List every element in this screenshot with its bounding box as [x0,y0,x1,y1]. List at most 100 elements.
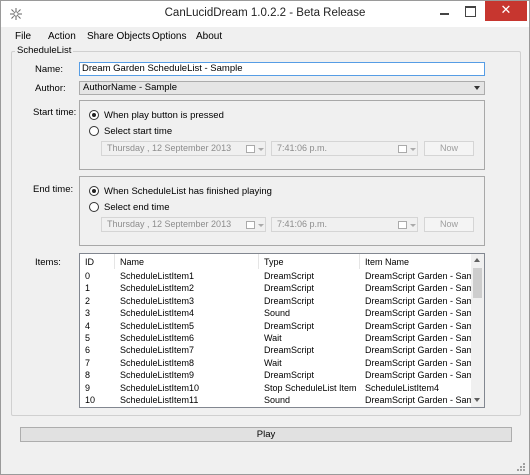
start-radio-select[interactable] [89,126,99,136]
author-select[interactable]: AuthorName - Sample [79,81,485,95]
end-option-select-label: Select end time [104,202,170,213]
table-row[interactable]: 3 ScheduleListItem4 Sound DreamScript Garde… [80,307,482,319]
start-date-picker[interactable]: Thursday , 12 September 2013 [101,141,266,156]
end-radio-select[interactable] [89,202,99,212]
table-row[interactable]: 7 ScheduleListItem8 Wait DreamScript Garden… [80,357,482,369]
cell-type: DreamScript [264,283,315,294]
menu-action[interactable]: Action [48,31,76,42]
cell-id: 0 [85,271,91,281]
cell-item-name: DreamScript Garden - Sam... [365,333,482,343]
column-divider[interactable] [258,254,259,269]
cell-id: 7 [85,357,91,368]
cell-id: 8 [85,370,91,381]
cell-item-name: DreamScript Garden - Sam... [365,357,482,368]
start-radio-play[interactable] [89,110,99,120]
cell-name: ScheduleListItem3 [120,295,195,306]
end-time-picker[interactable]: 7:41:06 p.m. [271,217,418,232]
maximize-icon[interactable] [457,1,483,21]
column-divider[interactable] [359,254,360,269]
calendar-icon [246,221,255,229]
table-row[interactable]: 5 ScheduleListItem6 Wait DreamScript Garden… [80,332,482,344]
column-header-id[interactable]: ID [85,257,94,267]
cell-type: DreamScript [264,295,315,306]
cell-item-name: DreamScript Garden - Sam... [365,271,482,281]
cell-id: 5 [85,333,91,343]
cell-id: 3 [85,308,91,319]
cell-name: ScheduleListItem11 [120,395,199,405]
items-label: Items: [35,257,61,268]
column-divider[interactable] [114,254,115,269]
cell-type: Wait [264,357,282,368]
name-field[interactable]: Dream Garden ScheduleList - Sample [79,62,485,76]
end-radio-finished[interactable] [89,186,99,196]
cell-type: Sound [264,308,291,319]
end-now-button[interactable]: Now [424,217,474,232]
cell-id: 10 [85,395,96,405]
items-list[interactable]: ID Name Type Item Name 0 ScheduleListItem… [79,253,485,408]
chevron-down-icon [410,148,416,151]
group-label: ScheduleList [15,45,74,56]
cell-name: ScheduleListItem1 [120,271,195,281]
scroll-down-icon[interactable] [474,398,480,402]
calendar-icon [398,221,407,229]
menu-bar: File Action Share Objects Options About [1,28,529,45]
table-row[interactable]: 6 ScheduleListItem7 DreamScript DreamScript… [80,344,482,356]
start-time-picker[interactable]: 7:41:06 p.m. [271,141,418,156]
close-icon[interactable]: ✕ [485,1,527,21]
column-header-item-name[interactable]: Item Name [365,257,409,267]
cell-type: Stop ScheduleList Item [264,382,357,393]
end-time-label: End time: [33,184,74,195]
cell-name: ScheduleListItem8 [120,357,195,368]
start-date-value: Thursday , 12 September 2013 [107,143,232,153]
title-bar[interactable]: CanLucidDream 1.0.2.2 - Beta Release ✕ [1,1,529,27]
scroll-up-icon[interactable] [474,258,480,262]
cell-item-name: DreamScript Garden - Sam... [365,283,482,294]
table-row[interactable]: 1 ScheduleListItem2 DreamScript DreamScript… [80,282,482,294]
chevron-down-icon [410,224,416,227]
column-header-name[interactable]: Name [120,257,144,267]
cell-type: Wait [264,333,282,343]
cell-name: ScheduleListItem9 [120,370,195,381]
name-label: Name: [35,64,63,75]
menu-options[interactable]: Options [152,31,186,42]
cell-id: 6 [85,345,91,356]
cell-item-name: DreamScript Garden - Sam... [365,308,482,319]
cell-name: ScheduleListItem7 [120,345,195,356]
cell-item-name: DreamScript Garden - Sam... [365,320,482,331]
app-window: CanLucidDream 1.0.2.2 - Beta Release ✕ F… [0,0,530,475]
menu-share-objects[interactable]: Share Objects [87,31,150,42]
cell-name: ScheduleListItem2 [120,283,195,294]
start-time-panel: When play button is pressed Select start… [79,100,485,170]
column-header-type[interactable]: Type [264,257,284,267]
calendar-icon [398,145,407,153]
cell-name: ScheduleListItem4 [120,308,195,319]
end-option-finished-label: When ScheduleList has finished playing [104,186,272,197]
cell-type: DreamScript [264,345,315,356]
author-value: AuthorName - Sample [83,82,177,93]
end-date-value: Thursday , 12 September 2013 [107,219,232,229]
cell-type: DreamScript [264,320,315,331]
cell-id: 9 [85,382,91,393]
cell-name: ScheduleListItem5 [120,320,195,331]
cell-name: ScheduleListItem10 [120,382,200,393]
cell-item-name: ScheduleListItem4 [365,382,440,393]
close-glyph: ✕ [500,3,512,18]
menu-file[interactable]: File [15,31,31,42]
menu-about[interactable]: About [196,31,222,42]
cell-id: 1 [85,283,91,294]
table-row[interactable]: 8 ScheduleListItem9 DreamScript DreamScript… [80,369,482,381]
resize-grip-icon[interactable] [516,462,526,472]
cell-item-name: DreamScript Garden - Sam... [365,295,482,306]
table-row[interactable]: 9 ScheduleListItem10 Stop ScheduleList Ite… [80,382,472,394]
end-date-picker[interactable]: Thursday , 12 September 2013 [101,217,266,232]
table-row[interactable]: 2 ScheduleListItem3 DreamScript DreamScript… [80,295,482,307]
table-row[interactable]: 0 ScheduleListItem1 DreamScript DreamScript… [80,270,482,282]
play-button[interactable]: Play [20,427,512,442]
start-now-button[interactable]: Now [424,141,474,156]
table-row[interactable]: 4 ScheduleListItem5 DreamScript DreamScript… [80,320,482,332]
table-row[interactable]: 10 ScheduleListItem11 Sound DreamScript Gar… [80,394,482,406]
vertical-scrollbar[interactable] [471,254,484,407]
minimize-icon[interactable] [431,1,457,21]
cell-name: ScheduleListItem6 [120,333,195,343]
scroll-thumb[interactable] [473,268,482,298]
